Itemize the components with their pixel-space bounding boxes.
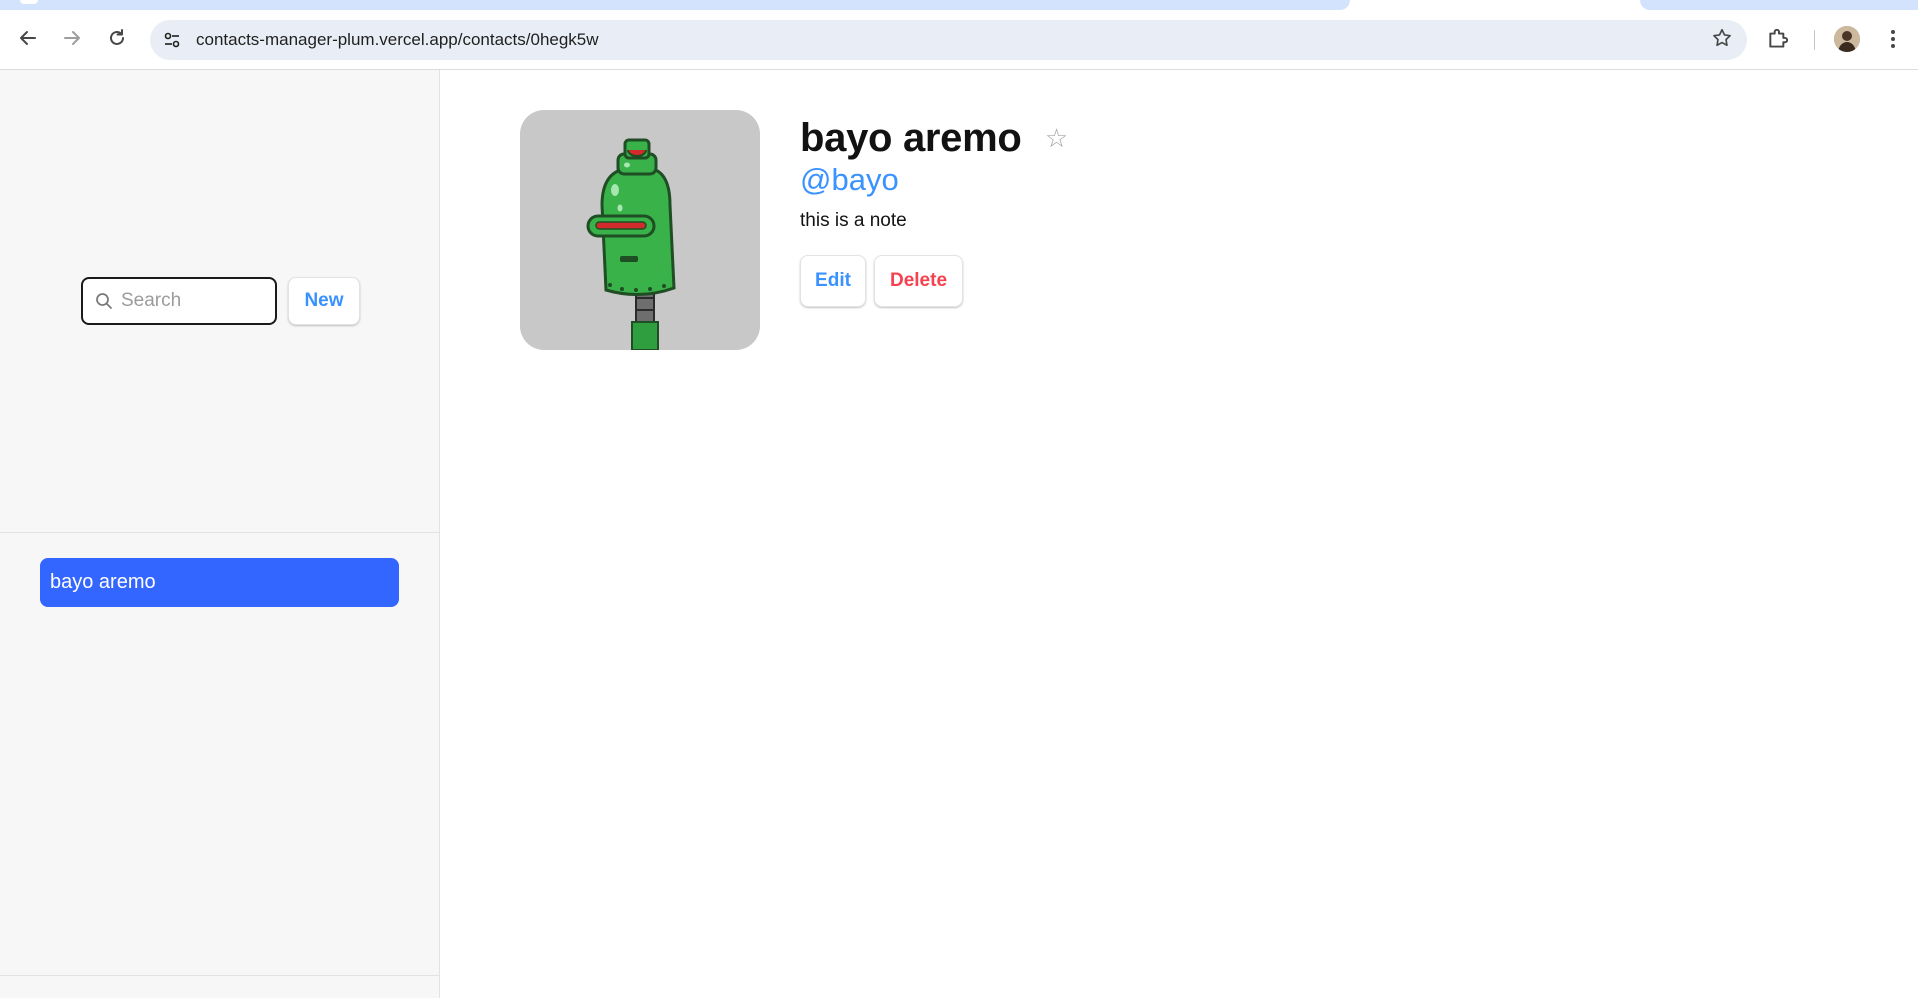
arrow-right-icon (64, 31, 80, 45)
contact-detail: bayo aremo ☆ @bayo this is a note Edit D… (440, 70, 1918, 998)
tab-strip (0, 0, 1918, 10)
sidebar-header: New (0, 70, 439, 533)
browser-toolbar: contacts-manager-plum.vercel.app/contact… (0, 10, 1918, 70)
edit-button[interactable]: Edit (800, 255, 866, 307)
contact-list-item-active[interactable]: bayo aremo (40, 558, 399, 607)
sidebar-footer-divider (0, 975, 439, 976)
forward-button[interactable] (58, 24, 86, 52)
contact-list: bayo aremo (40, 558, 399, 607)
toolbar-divider (1814, 30, 1815, 50)
search-input[interactable] (121, 279, 271, 323)
kebab-menu-icon[interactable] (1880, 24, 1906, 54)
arrow-left-icon (20, 31, 36, 45)
tab-favicon (20, 0, 38, 4)
app-root: New bayo aremo (0, 70, 1918, 998)
contact-handle-link[interactable]: @bayo (800, 162, 899, 198)
contact-notes: this is a note (800, 210, 907, 231)
active-tab[interactable] (1350, 0, 1640, 10)
reload-icon (110, 29, 124, 45)
contact-name: bayo aremo (800, 115, 1022, 160)
contact-actions: Edit Delete (800, 255, 963, 307)
delete-button[interactable]: Delete (874, 255, 963, 307)
tune-icon[interactable] (162, 30, 182, 50)
contact-header: bayo aremo ☆ (800, 110, 1072, 166)
star-outline-icon[interactable] (1709, 27, 1735, 53)
puzzle-icon[interactable] (1766, 26, 1792, 52)
favorite-star-icon[interactable]: ☆ (1042, 123, 1072, 153)
inactive-tab[interactable] (1640, 0, 1918, 10)
sidebar: New bayo aremo (0, 70, 440, 998)
search-form[interactable] (81, 277, 277, 325)
avatar[interactable] (1834, 26, 1860, 52)
contact-avatar (520, 110, 760, 350)
url-text[interactable]: contacts-manager-plum.vercel.app/contact… (196, 20, 599, 60)
address-bar[interactable]: contacts-manager-plum.vercel.app/contact… (150, 20, 1747, 60)
new-contact-button[interactable]: New (288, 277, 360, 325)
robot-avatar-image (586, 138, 676, 350)
inactive-tab-area[interactable] (0, 0, 1350, 10)
reload-button[interactable] (103, 24, 131, 52)
search-icon (96, 293, 112, 309)
back-button[interactable] (14, 24, 42, 52)
